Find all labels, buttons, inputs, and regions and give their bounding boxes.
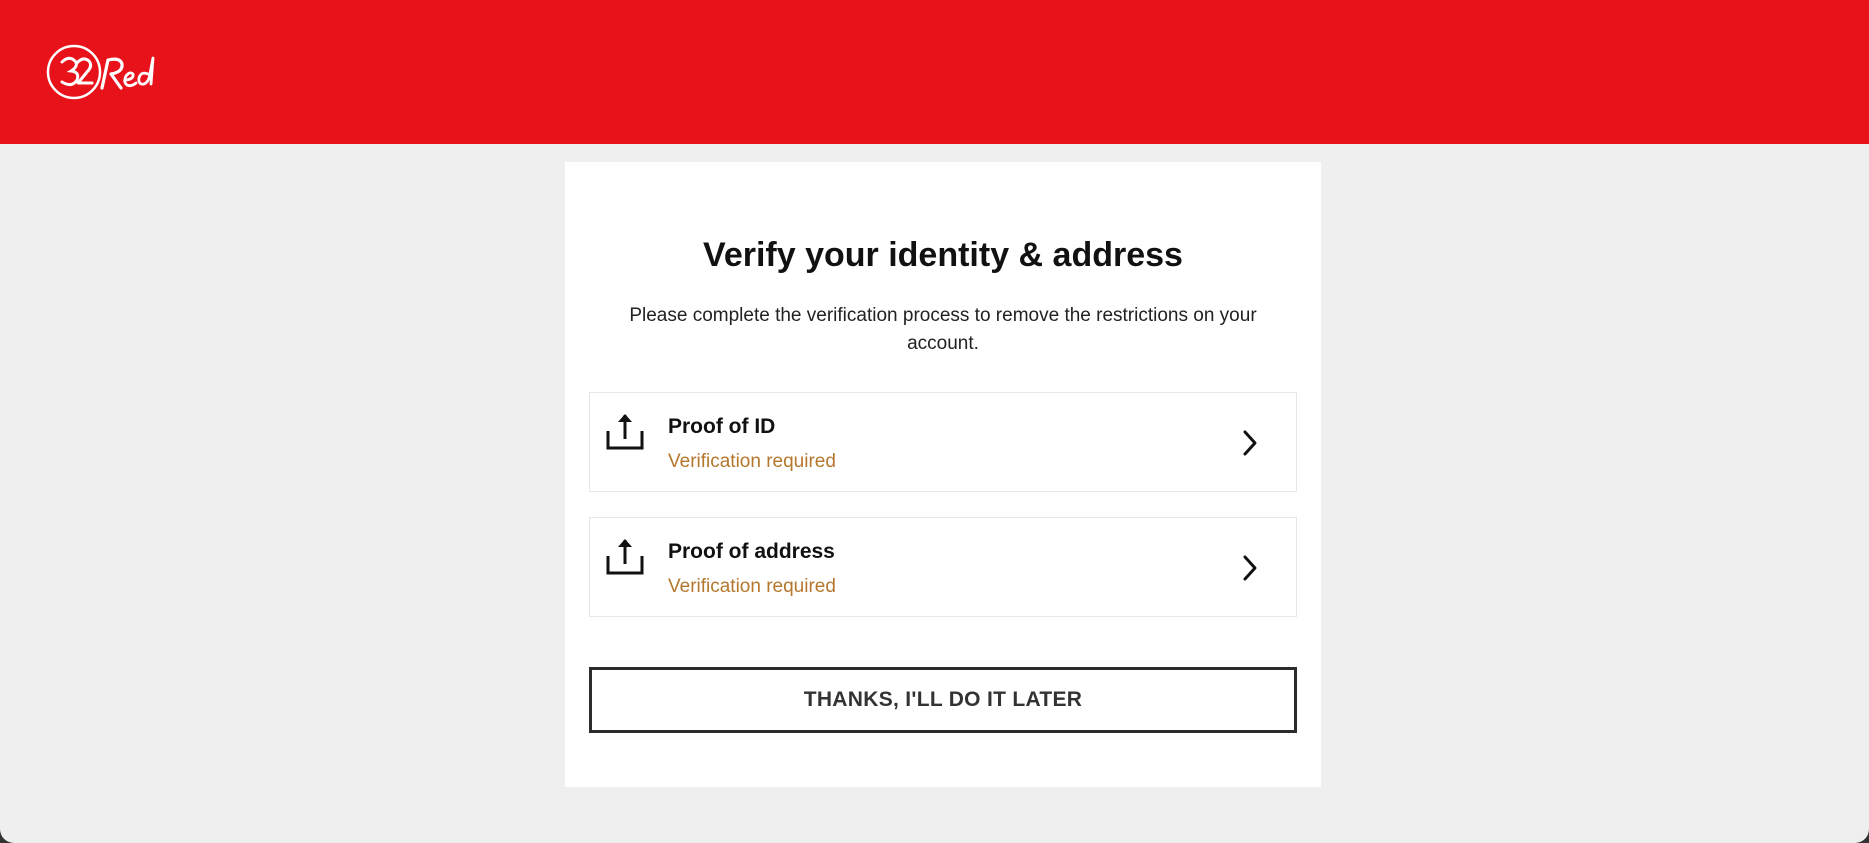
proof-of-id-item[interactable]: Proof of ID Verification required bbox=[589, 392, 1297, 492]
page-title: Verify your identity & address bbox=[703, 236, 1183, 274]
brand-logo-mark bbox=[46, 44, 155, 100]
chevron-right-icon bbox=[1242, 429, 1258, 457]
verification-card: Verify your identity & address Please co… bbox=[565, 162, 1321, 787]
item-status: Verification required bbox=[668, 576, 836, 597]
item-label: Proof of ID bbox=[668, 415, 776, 438]
item-label: Proof of address bbox=[668, 540, 835, 563]
chevron-right-icon bbox=[1242, 554, 1258, 582]
do-it-later-button[interactable]: THANKS, I'LL DO IT LATER bbox=[589, 667, 1297, 733]
app-frame: Verify your identity & address Please co… bbox=[0, 0, 1869, 843]
item-status: Verification required bbox=[668, 451, 836, 472]
site-header bbox=[0, 0, 1869, 144]
upload-icon bbox=[606, 536, 644, 576]
verification-description: Please complete the verification process… bbox=[629, 305, 1257, 354]
proof-of-address-item[interactable]: Proof of address Verification required bbox=[589, 517, 1297, 617]
brand-logo[interactable] bbox=[46, 42, 168, 102]
upload-icon bbox=[606, 411, 644, 451]
